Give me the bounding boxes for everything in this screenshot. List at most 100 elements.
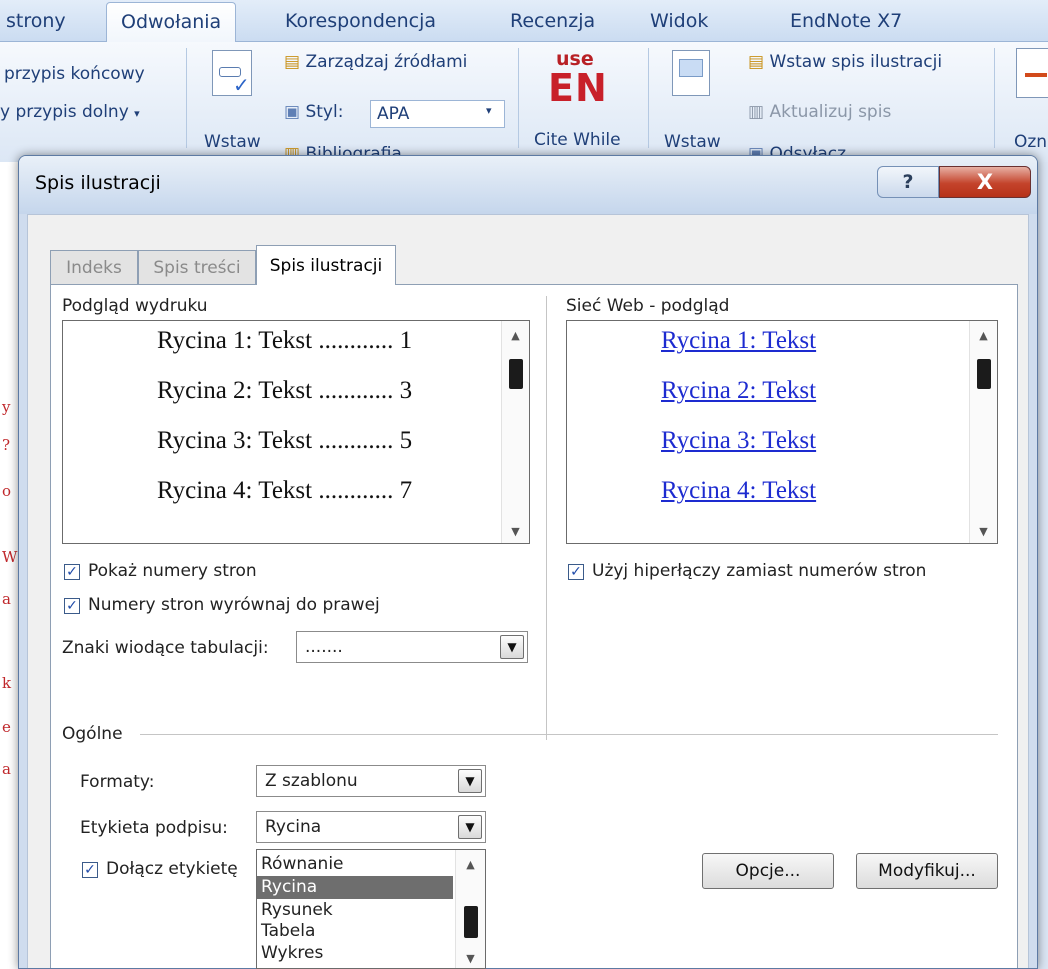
web-preview-label: Sieć Web - podgląd	[566, 296, 730, 316]
scroll-down-icon[interactable]: ▼	[456, 952, 485, 965]
insert-citation-label[interactable]: Wstaw	[204, 132, 261, 152]
modify-button[interactable]: Modyfikuj...	[856, 853, 998, 889]
group-separator	[186, 48, 187, 148]
formats-value: Z szablonu	[265, 771, 358, 791]
right-align-checkbox[interactable]: ✓	[64, 598, 80, 614]
caption-label-select[interactable]: Rycina ▼	[256, 811, 486, 843]
insert-endnote-button[interactable]: przypis końcowy	[4, 64, 145, 84]
tab-korespondencja[interactable]: Korespondencja	[285, 2, 436, 42]
list-item-selected[interactable]: Rycina	[257, 876, 453, 899]
tab-odwolania[interactable]: Odwołania	[106, 2, 237, 43]
document-fragment: a	[2, 760, 11, 778]
web-preview-scrollbar[interactable]: ▲ ▼	[969, 321, 997, 543]
group-separator	[648, 48, 649, 148]
document-fragment: a	[2, 590, 11, 608]
list-item[interactable]: Rysunek	[257, 899, 453, 922]
update-table-icon: ▥	[748, 102, 765, 122]
style-icon: ▣	[284, 102, 301, 122]
style-label-text: Styl:	[305, 102, 344, 122]
show-page-numbers-label: Pokaż numery stron	[88, 561, 257, 581]
scroll-down-icon[interactable]: ▼	[970, 525, 997, 538]
next-footnote-button[interactable]: y przypis dolny ▾	[0, 102, 140, 122]
close-icon: X	[976, 170, 994, 194]
tab-strony[interactable]: strony	[6, 2, 66, 42]
dropdown-scrollbar[interactable]: ▲ ▼	[455, 850, 485, 968]
update-table-button: ▥ Aktualizuj spis	[748, 102, 891, 122]
manage-sources-button[interactable]: ▤ Zarządzaj źródłami	[284, 52, 467, 72]
show-page-numbers-checkbox[interactable]: ✓	[64, 564, 80, 580]
web-preview-link[interactable]: Rycina 4: Tekst	[661, 477, 816, 505]
print-preview-label: Podgląd wydruku	[62, 296, 208, 316]
insert-table-of-figures-label: Wstaw spis ilustracji	[769, 52, 943, 72]
tab-indeks[interactable]: Indeks	[50, 250, 138, 285]
scroll-thumb[interactable]	[509, 359, 523, 389]
chevron-down-icon[interactable]: ▼	[458, 769, 482, 793]
list-item[interactable]: Wykres	[257, 942, 453, 965]
print-preview-line: Rycina 4: Tekst ............ 7	[157, 477, 413, 504]
tab-leader-select[interactable]: ....... ▼	[296, 631, 528, 663]
chevron-down-icon: ▾	[134, 107, 140, 120]
document-fragment: y	[2, 398, 11, 416]
print-preview-line: Rycina 2: Tekst ............ 3	[157, 377, 413, 404]
tab-leader-label: Znaki wiodące tabulacji:	[62, 638, 269, 658]
chevron-down-icon: ▾	[486, 104, 492, 117]
style-select[interactable]: APA ▾	[370, 100, 505, 128]
document-fragment: W	[2, 548, 18, 566]
scroll-thumb[interactable]	[464, 906, 478, 938]
tab-spis-ilustracji[interactable]: Spis ilustracji	[256, 245, 396, 285]
mark-entry-icon[interactable]	[1016, 48, 1048, 98]
tab-spis-tresci[interactable]: Spis treści	[138, 250, 256, 285]
chevron-down-icon[interactable]: ▼	[458, 815, 482, 839]
print-preview-line: Rycina 1: Tekst ............ 1	[157, 327, 413, 354]
insert-caption-label[interactable]: Wstaw	[664, 132, 721, 152]
cite-while-writing-button[interactable]: Cite While	[534, 130, 621, 150]
list-item[interactable]: Równanie	[257, 853, 453, 876]
list-item[interactable]: Tabela	[257, 920, 453, 943]
style-value: APA	[377, 104, 410, 124]
ribbon-tab-bar: strony Odwołania Korespondencja Recenzja…	[0, 0, 1048, 43]
general-section-header: Ogólne	[62, 724, 123, 744]
mark-entry-label[interactable]: Ozn	[1014, 132, 1047, 152]
formats-label: Formaty:	[80, 772, 155, 792]
column-separator	[546, 296, 547, 740]
endnote-logo-icon[interactable]: EN	[548, 66, 608, 110]
use-hyperlinks-checkbox[interactable]: ✓	[568, 564, 584, 580]
scroll-thumb[interactable]	[977, 359, 991, 389]
scroll-up-icon[interactable]: ▲	[970, 329, 997, 342]
tab-leader-value: .......	[305, 637, 343, 657]
include-label-checkbox[interactable]: ✓	[82, 862, 98, 878]
manage-sources-icon: ▤	[284, 52, 301, 72]
print-preview-box: Rycina 1: Tekst ............ 1 Rycina 2:…	[62, 320, 530, 544]
document-fragment: e	[2, 718, 11, 736]
caption-label-value: Rycina	[265, 817, 322, 837]
scroll-up-icon[interactable]: ▲	[456, 858, 485, 871]
chevron-down-icon[interactable]: ▼	[500, 635, 524, 659]
web-preview-box: Rycina 1: Tekst Rycina 2: Tekst Rycina 3…	[566, 320, 998, 544]
scroll-up-icon[interactable]: ▲	[502, 329, 529, 342]
formats-select[interactable]: Z szablonu ▼	[256, 765, 486, 797]
print-preview-scrollbar[interactable]: ▲ ▼	[501, 321, 529, 543]
options-button[interactable]: Opcje...	[702, 853, 834, 889]
table-of-figures-icon: ▤	[748, 52, 765, 72]
web-preview-link[interactable]: Rycina 2: Tekst	[661, 377, 816, 405]
scroll-down-icon[interactable]: ▼	[502, 525, 529, 538]
insert-table-of-figures-button[interactable]: ▤ Wstaw spis ilustracji	[748, 52, 942, 72]
close-button[interactable]: X	[939, 166, 1031, 198]
style-label: ▣ Styl:	[284, 102, 343, 122]
tab-widok[interactable]: Widok	[650, 2, 708, 42]
document-fragment: ?	[2, 436, 11, 454]
web-preview-link[interactable]: Rycina 3: Tekst	[661, 427, 816, 455]
dialog-titlebar: Spis ilustracji ? X	[19, 156, 1037, 214]
insert-caption-icon[interactable]	[672, 50, 710, 96]
web-preview-link[interactable]: Rycina 1: Tekst	[661, 327, 816, 355]
document-fragment: k	[2, 674, 12, 692]
help-button[interactable]: ?	[877, 166, 939, 198]
update-table-label: Aktualizuj spis	[769, 102, 892, 122]
tab-endnote[interactable]: EndNote X7	[790, 2, 902, 42]
tab-recenzja[interactable]: Recenzja	[510, 2, 595, 42]
use-hyperlinks-label: Użyj hiperłączy zamiast numerów stron	[592, 561, 927, 581]
group-separator	[518, 48, 519, 148]
next-footnote-label: y przypis dolny	[0, 102, 129, 122]
manage-sources-label: Zarządzaj źródłami	[305, 52, 468, 72]
insert-citation-icon[interactable]: ✓	[212, 50, 252, 97]
